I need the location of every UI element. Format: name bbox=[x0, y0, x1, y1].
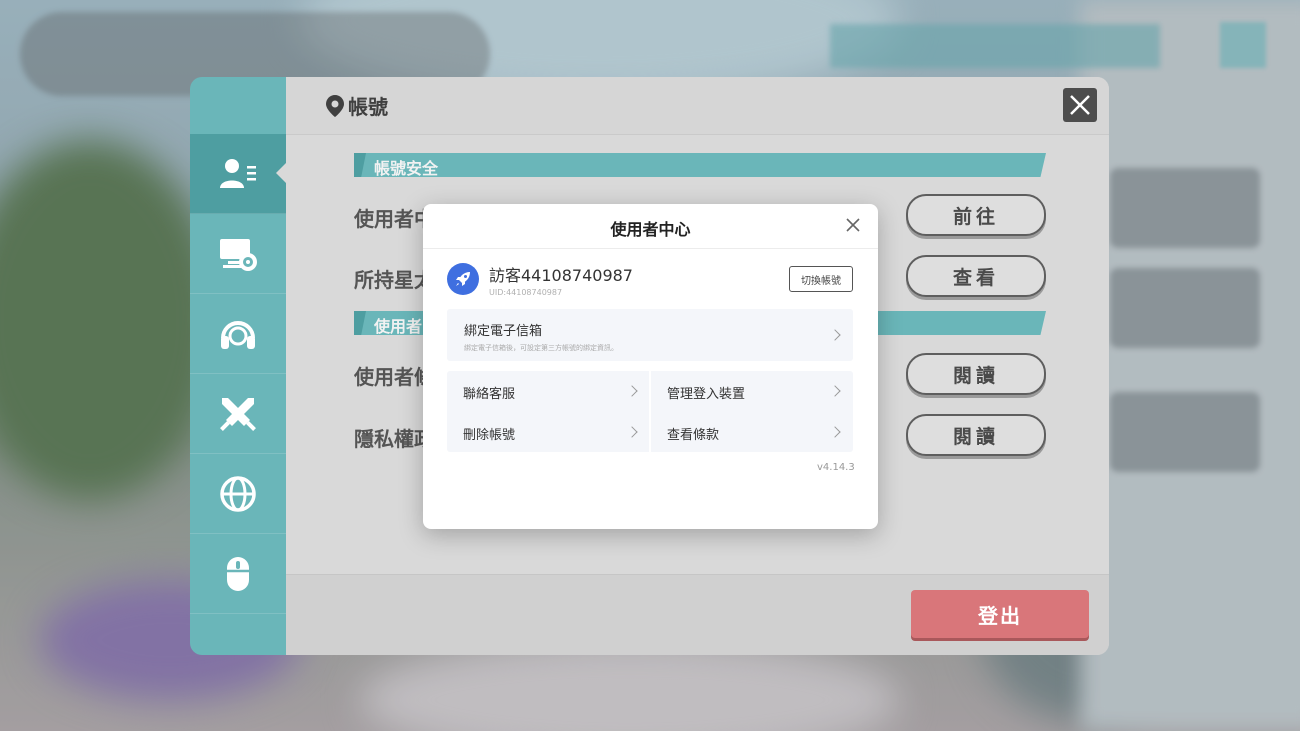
crossed-swords-icon bbox=[220, 397, 256, 431]
read-privacy-button[interactable]: 閱讀 bbox=[906, 414, 1046, 456]
goto-user-center-button[interactable]: 前往 bbox=[906, 194, 1046, 236]
section-title: 帳號安全 bbox=[374, 159, 439, 178]
row-label-privacy: 隱私權政 bbox=[354, 427, 434, 451]
delete-account-item[interactable]: 刪除帳號 bbox=[463, 424, 515, 443]
close-icon bbox=[1070, 95, 1090, 115]
globe-icon bbox=[220, 475, 256, 512]
view-terms-item[interactable]: 查看條款 bbox=[667, 424, 719, 443]
read-terms-button[interactable]: 閱讀 bbox=[906, 353, 1046, 395]
page-title: 帳號 bbox=[326, 91, 388, 120]
section-title: 使用者 bbox=[374, 317, 423, 336]
manage-devices-item[interactable]: 管理登入裝置 bbox=[667, 383, 745, 402]
sidebar-item-account[interactable] bbox=[190, 134, 286, 214]
rocket-icon bbox=[456, 272, 470, 286]
location-pin-icon bbox=[326, 94, 344, 117]
panel-close-button[interactable] bbox=[1063, 88, 1097, 122]
switch-account-button[interactable]: 切換帳號 bbox=[789, 266, 853, 292]
mouse-icon bbox=[227, 556, 249, 591]
dialog-close-icon[interactable] bbox=[844, 216, 862, 234]
section-header-security: 帳號安全 bbox=[354, 153, 1046, 177]
dialog-header: 使用者中心 bbox=[423, 204, 878, 249]
chevron-right-icon bbox=[829, 385, 841, 397]
sidebar-item-audio[interactable] bbox=[190, 294, 286, 374]
row-label-terms: 使用者條 bbox=[354, 365, 434, 389]
avatar bbox=[447, 263, 479, 295]
account-icon bbox=[220, 158, 256, 188]
sidebar-item-battle[interactable] bbox=[190, 374, 286, 454]
options-right-column: 管理登入裝置 查看條款 bbox=[651, 371, 853, 452]
bind-email-item[interactable]: 綁定電子信箱 綁定電子信箱後，可設定第三方帳號的綁定資訊。 bbox=[447, 309, 853, 361]
chevron-right-icon bbox=[829, 426, 841, 438]
chevron-right-icon bbox=[626, 426, 638, 438]
panel-footer: 登出 bbox=[286, 574, 1109, 655]
row-label-stars: 所持星太 bbox=[354, 268, 434, 292]
contact-support-item[interactable]: 聯絡客服 bbox=[463, 383, 515, 402]
view-stars-button[interactable]: 查看 bbox=[906, 255, 1046, 297]
sidebar-item-more[interactable] bbox=[190, 614, 286, 655]
row-label-user-center: 使用者中 bbox=[354, 207, 434, 231]
sidebar-item-language[interactable] bbox=[190, 454, 286, 534]
chevron-right-icon bbox=[829, 329, 841, 341]
misc-icon bbox=[218, 634, 258, 656]
user-id: UID:44108740987 bbox=[489, 288, 563, 297]
headphones-icon bbox=[221, 320, 255, 349]
sidebar-item-controls[interactable] bbox=[190, 534, 286, 614]
settings-sidebar bbox=[190, 77, 286, 655]
bind-email-title: 綁定電子信箱 bbox=[464, 324, 543, 339]
page-title-text: 帳號 bbox=[348, 95, 388, 119]
display-settings-icon bbox=[220, 238, 257, 271]
panel-header: 帳號 bbox=[286, 77, 1109, 135]
version-label: v4.14.3 bbox=[817, 462, 855, 473]
bind-email-description: 綁定電子信箱後，可設定第三方帳號的綁定資訊。 bbox=[464, 344, 618, 352]
username: 訪客44108740987 bbox=[489, 266, 633, 285]
chevron-right-icon bbox=[626, 385, 638, 397]
dialog-title: 使用者中心 bbox=[610, 220, 691, 239]
sidebar-item-display[interactable] bbox=[190, 214, 286, 294]
user-center-dialog: 使用者中心 訪客44108740987 UID:44108740987 切換帳號… bbox=[423, 204, 878, 529]
logout-button[interactable]: 登出 bbox=[911, 590, 1089, 638]
options-left-column: 聯絡客服 刪除帳號 bbox=[447, 371, 649, 452]
